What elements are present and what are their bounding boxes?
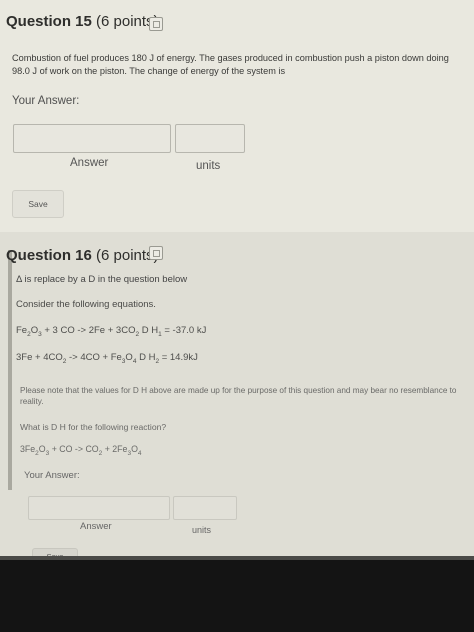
save-button[interactable]: Save	[12, 190, 64, 218]
units-input[interactable]	[175, 124, 245, 153]
quiz-screen: Question 15 (6 points) Combustion of fue…	[0, 0, 474, 564]
notice-line: Δ is replace by a D in the question belo…	[16, 274, 188, 285]
question-15-title: Question 15 (6 points)	[6, 13, 159, 30]
units-label: units	[196, 160, 221, 172]
question-divider-bar	[8, 250, 12, 490]
consider-text: Consider the following equations.	[16, 299, 156, 310]
answer-label: Answer	[70, 157, 109, 169]
flag-icon[interactable]	[149, 17, 163, 31]
equation-1: Fe2O3 + 3 CO -> 2Fe + 3CO2 D H1 = -37.0 …	[16, 325, 207, 338]
prompt-text: What is D H for the following reaction?	[20, 422, 167, 432]
units-label: units	[192, 525, 212, 535]
your-answer-label: Your Answer:	[24, 470, 80, 481]
your-answer-label: Your Answer:	[12, 95, 80, 107]
question-16-title: Question 16 (6 points)	[6, 247, 159, 264]
units-input[interactable]	[173, 496, 237, 520]
question-15-text: Combustion of fuel produces 180 J of ene…	[12, 53, 449, 76]
equation-3: 3Fe2O3 + CO -> CO2 + 2Fe3O4	[20, 444, 142, 457]
question-15-panel	[0, 0, 474, 232]
equation-2: 3Fe + 4CO2 -> 4CO + Fe3O4 D H2 = 14.9kJ	[16, 352, 198, 365]
flag-icon[interactable]	[149, 246, 163, 260]
answer-label: Answer	[80, 521, 112, 532]
monitor-bezel	[0, 560, 474, 632]
answer-input[interactable]	[28, 496, 170, 520]
answer-input[interactable]	[13, 124, 171, 153]
disclaimer-text: Please note that the values for D H abov…	[20, 386, 457, 406]
